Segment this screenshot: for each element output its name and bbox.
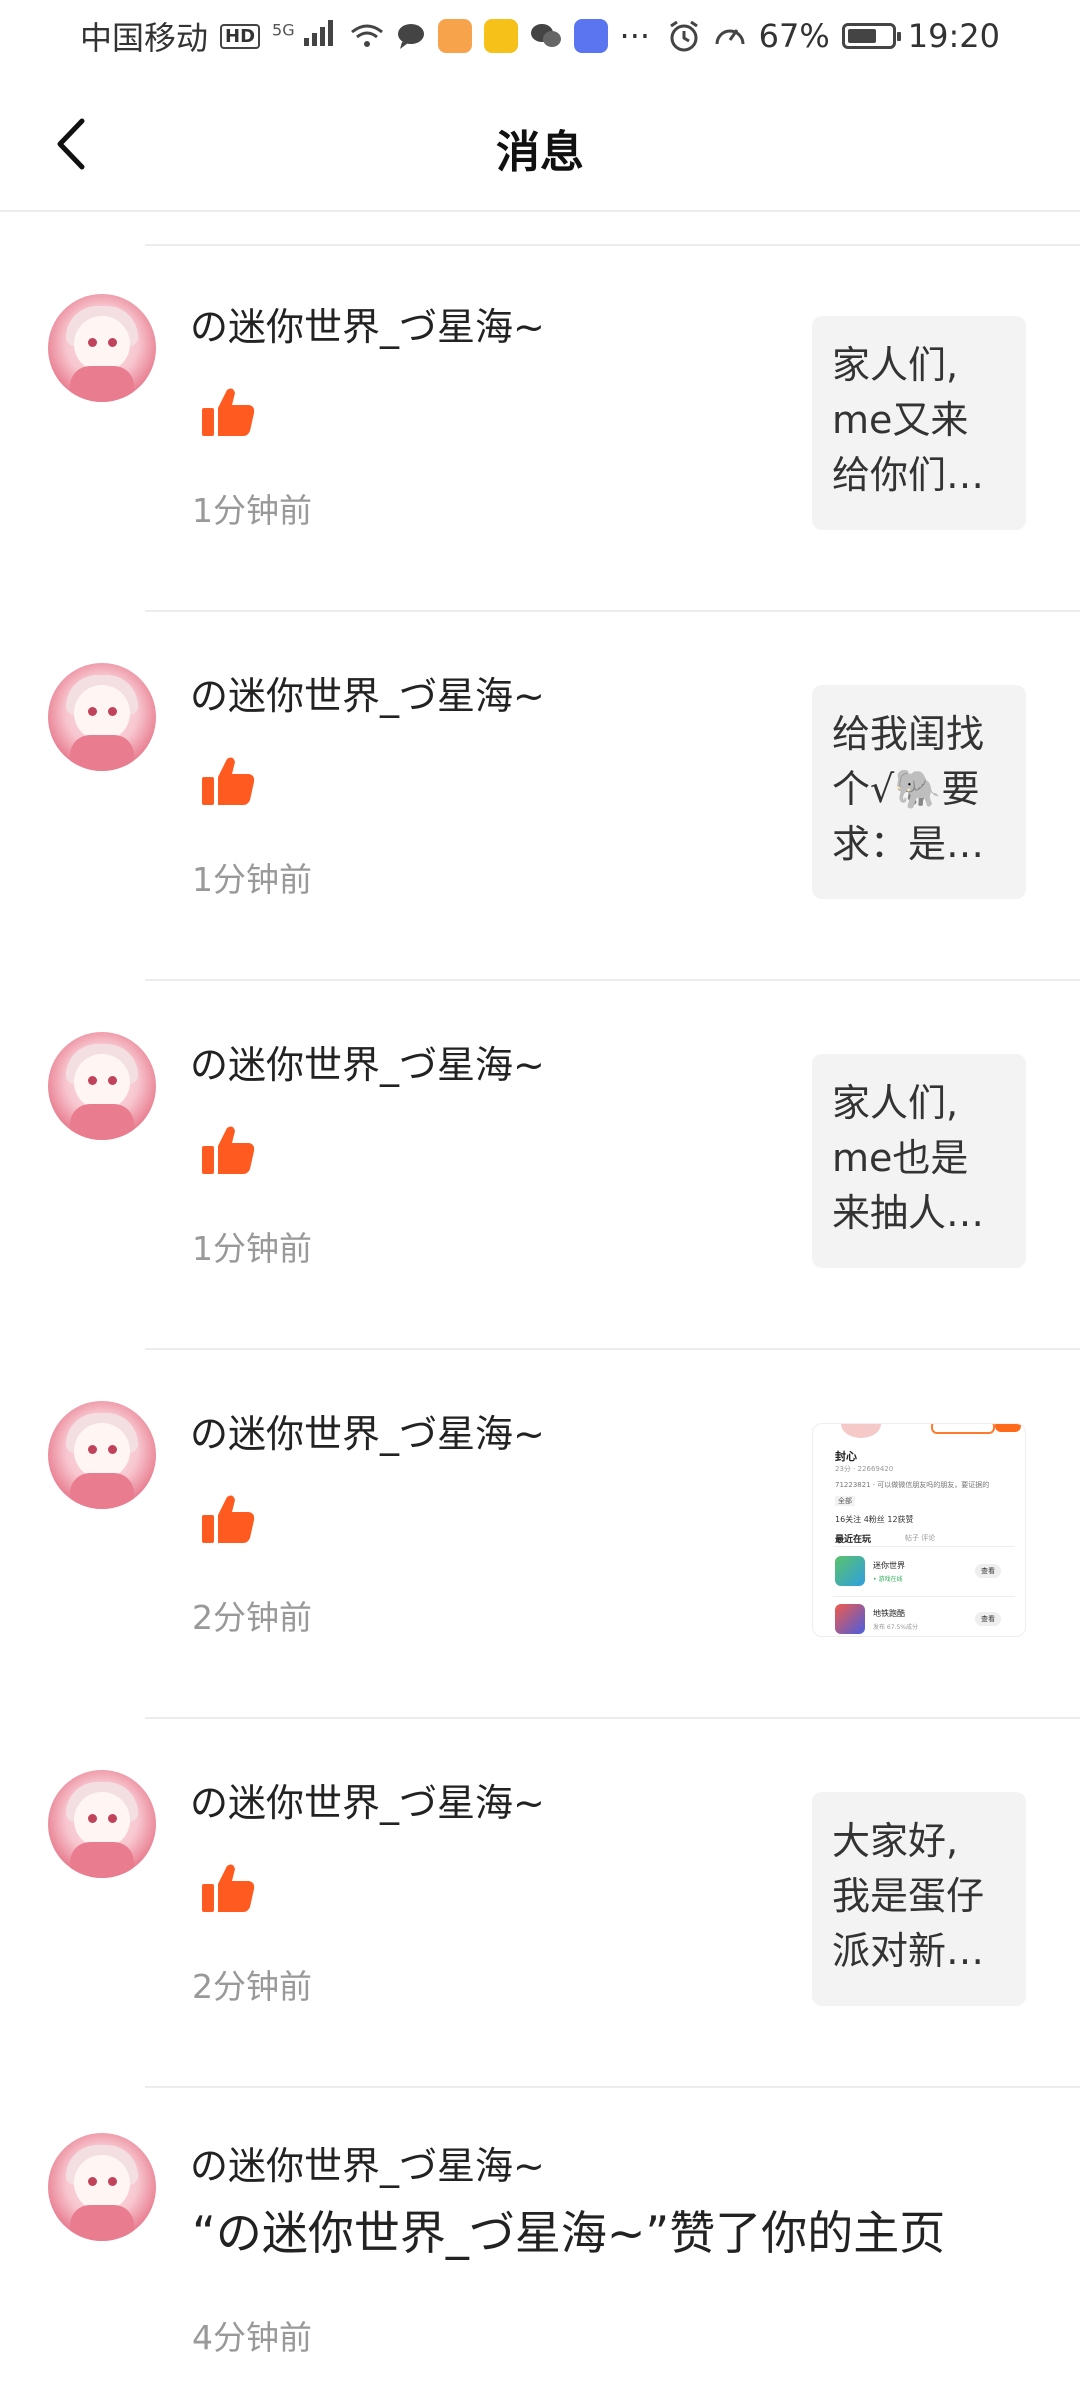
thumb-badge [931,1424,995,1434]
hd-badge: HD [220,23,261,49]
thumb-tag: 全部 [835,1496,855,1506]
wechat-icon [530,24,561,47]
thumb-app-name: 迷你世界 [873,1561,905,1570]
more-notifications: ··· [619,17,651,55]
app-notification-icon [437,19,472,53]
thumb-section: 最近在玩 [835,1535,872,1545]
timestamp: 2分钟前 [192,1967,312,2006]
battery-icon [841,23,901,49]
username[interactable]: の迷你世界_づ星海~ [190,296,545,351]
wifi-icon [350,24,383,47]
thumb-tabs: 帖子 评论 [905,1534,936,1542]
heart-app-icon [483,19,518,53]
status-left: 中国移动 HD 5G ··· [80,13,650,59]
post-preview[interactable]: 大家好, 我是蛋仔派对新… [812,1792,1026,2006]
thumb-divider [833,1546,1015,1547]
preview-line: 派对新… [832,1929,985,1973]
preview-line: me也是 [832,1136,969,1180]
divider [145,979,1080,981]
like-notification-item[interactable]: の迷你世界_づ星海~ 1分钟前 家人们, me也是来抽人… [0,984,1080,1350]
thumb-bio: 71223821 · 可以做微信朋友吗的朋友，要证据的 [835,1481,990,1489]
thumb-name: 封心 [835,1450,857,1463]
thumb-app-name: 地铁跑酷 [873,1609,905,1618]
preview-line: 给我闺找 [832,712,985,756]
preview-line: 给你们… [832,453,985,497]
divider [145,1717,1080,1719]
thumb-view-button: 查看 [975,1612,1001,1626]
thumb-view-button: 查看 [975,1564,1001,1578]
post-preview[interactable]: 家人们, me又来给你们… [812,316,1026,530]
timestamp: 2分钟前 [192,1598,312,1637]
chat-bubble-icon [397,24,424,49]
title-bar: 消息 [0,72,1080,212]
avatar[interactable] [48,1401,156,1509]
preview-line: 我是蛋仔 [832,1874,985,1918]
preview-line: 大家好, [832,1819,959,1863]
thumb-avatar [841,1424,881,1438]
thumbs-up-icon [202,757,255,805]
username[interactable]: の迷你世界_づ星海~ [190,665,545,720]
signal-bars-icon [303,19,333,46]
status-bar: 中国移动 HD 5G ··· 67% 19:20 [0,0,1080,72]
education-app-icon [573,19,608,53]
post-preview[interactable]: 家人们, me也是来抽人… [812,1054,1026,1268]
divider [145,610,1080,612]
divider [145,1348,1080,1350]
avatar[interactable] [48,2133,156,2241]
like-notification-item[interactable]: の迷你世界_づ星海~ 1分钟前 家人们, me又来给你们… [0,246,1080,612]
speedometer-icon [715,29,745,45]
post-preview[interactable]: 给我闺找个√🐘要求：是… [812,685,1026,899]
profile-like-notification[interactable]: の迷你世界_づ星海~ “の迷你世界_づ星海~”赞了你的主页 4分钟前 [0,2085,1080,2400]
alarm-icon [669,20,698,52]
like-notification-item[interactable]: の迷你世界_づ星海~ 2分钟前 封心 23分 · 22669420 71223821… [0,1353,1080,1719]
carrier-label: 中国移动 [80,19,209,57]
thumb-badge [995,1424,1021,1432]
notification-text: “の迷你世界_づ星海~”赞了你的主页 [192,2206,946,2260]
avatar[interactable] [48,663,156,771]
thumb-app-meta: 发布 67.5%成分 [873,1624,918,1631]
thumb-app-meta: • 游戏在线 [873,1576,903,1583]
preview-line: 家人们, [832,343,959,387]
username[interactable]: の迷你世界_づ星海~ [190,2135,545,2190]
preview-line: 家人们, [832,1081,959,1125]
post-thumbnail[interactable]: 封心 23分 · 22669420 71223821 · 可以做微信朋友吗的朋友，要… [812,1423,1026,1637]
preview-line: 个√🐘要 [832,767,980,811]
timestamp: 1分钟前 [192,491,312,530]
preview-line: me又来 [832,398,969,442]
timestamp: 1分钟前 [192,1229,312,1268]
network-label: 5G [272,20,295,40]
battery-percent: 67% [758,17,830,55]
like-notification-item[interactable]: の迷你世界_づ星海~ 1分钟前 给我闺找个√🐘要求：是… [0,615,1080,981]
avatar[interactable] [48,1770,156,1878]
game-icon [835,1556,865,1586]
username[interactable]: の迷你世界_づ星海~ [190,1034,545,1089]
preview-line: 求：是… [832,822,985,866]
clock: 19:20 [907,17,1000,55]
thumbs-up-icon [202,1864,255,1912]
page-title: 消息 [496,127,584,178]
like-notification-item[interactable]: の迷你世界_づ星海~ 2分钟前 大家好, 我是蛋仔派对新… [0,1722,1080,2088]
avatar[interactable] [48,1032,156,1140]
thumbs-up-icon [202,1495,255,1543]
preview-line: 来抽人… [832,1191,985,1235]
timestamp: 4分钟前 [192,2318,312,2357]
game-icon [835,1604,865,1634]
status-right: 67% 19:20 [667,17,1000,55]
thumbs-up-icon [202,1126,255,1174]
signal-icon: 5G [272,19,337,53]
thumbs-up-icon [202,388,255,436]
username[interactable]: の迷你世界_づ星海~ [190,1772,545,1827]
username[interactable]: の迷你世界_づ星海~ [190,1403,545,1458]
thumb-subtitle: 23分 · 22669420 [835,1465,894,1473]
thumb-divider [833,1596,1015,1597]
avatar[interactable] [48,294,156,402]
timestamp: 1分钟前 [192,860,312,899]
thumb-stats: 16关注 4粉丝 12获赞 [835,1515,914,1524]
